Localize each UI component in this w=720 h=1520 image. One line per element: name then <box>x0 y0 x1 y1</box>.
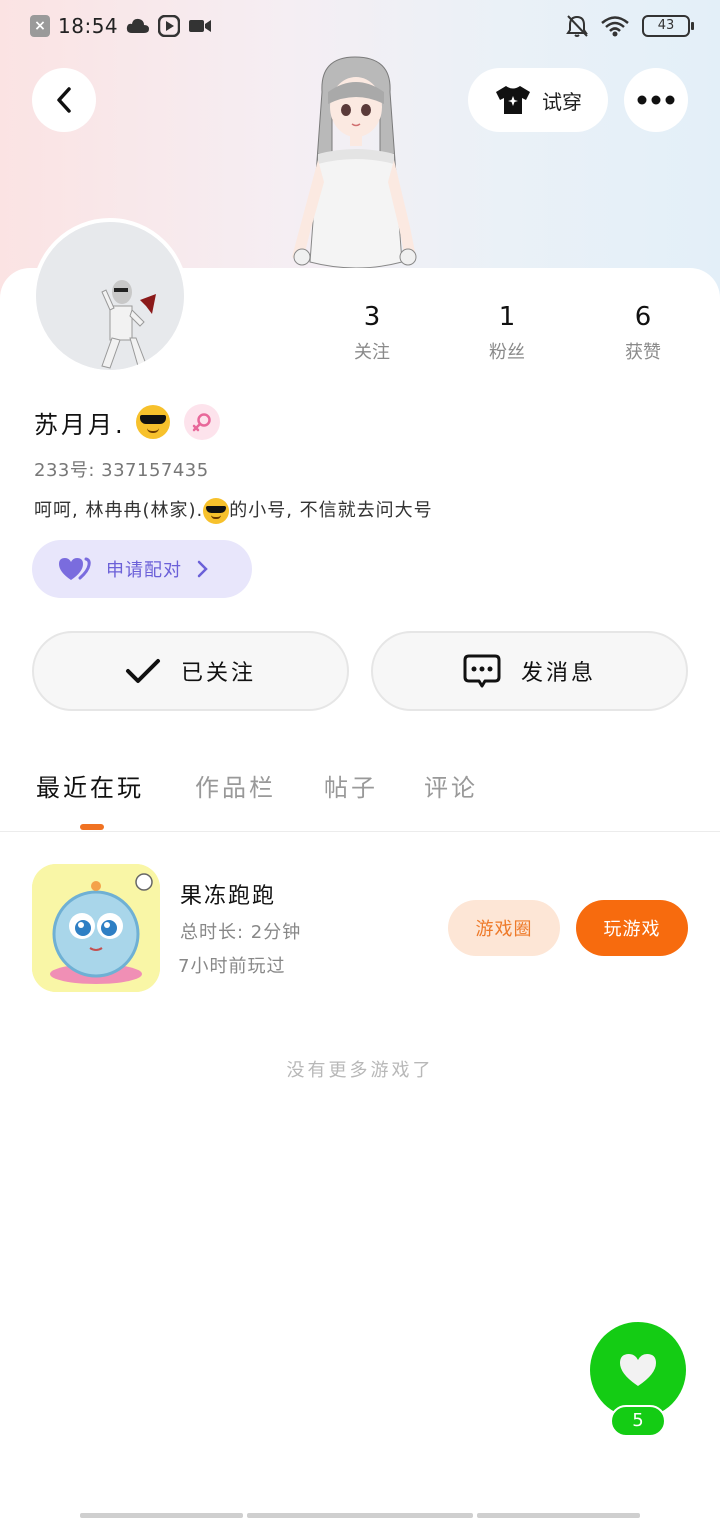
send-message-button[interactable]: 发消息 <box>371 631 688 711</box>
stat-followers[interactable]: 1 粉丝 <box>452 300 562 364</box>
game-last-played: 7小时前玩过 <box>178 956 286 977</box>
try-on-label: 试穿 <box>542 89 582 114</box>
game-circle-button[interactable]: 游戏圈 <box>448 900 560 956</box>
following-button[interactable]: 已关注 <box>32 631 349 711</box>
stat-likes-count: 6 <box>634 302 652 332</box>
video-record-icon <box>189 20 212 32</box>
cloud-icon <box>126 18 150 33</box>
gesture-bar-segment <box>477 1513 640 1518</box>
bio-text-start: 呵呵, 林冉冉(林家). <box>34 500 204 521</box>
chat-bubble-icon <box>463 654 501 688</box>
gesture-bar-segment <box>247 1513 473 1518</box>
profile-tabs: 最近在玩 作品栏 帖子 评论 <box>0 760 720 832</box>
request-pair-button[interactable]: 申请配对 <box>32 540 252 598</box>
user-id: 233号: 337157435 <box>34 460 209 481</box>
username-row: 苏月月. <box>34 404 220 440</box>
bio-text-end: 的小号, 不信就去问大号 <box>229 500 433 521</box>
status-bar: × 18:54 43 <box>0 0 720 56</box>
heart-icon <box>620 1354 656 1386</box>
avatar-character-figure <box>292 56 417 269</box>
stat-likes-label: 获赞 <box>625 342 661 363</box>
username: 苏月月. <box>34 410 126 439</box>
stat-following[interactable]: 3 关注 <box>317 300 427 364</box>
tab-comments[interactable]: 评论 <box>424 768 478 803</box>
game-list-item[interactable]: 果冻跑跑 总时长: 2分钟 7小时前玩过 游戏圈 玩游戏 <box>0 862 720 994</box>
request-pair-label: 申请配对 <box>106 560 182 581</box>
double-heart-icon <box>59 557 91 580</box>
battery-indicator: 43 <box>642 15 694 37</box>
stat-following-count: 3 <box>363 302 381 332</box>
back-button[interactable] <box>32 68 96 132</box>
play-game-button[interactable]: 玩游戏 <box>576 900 688 956</box>
chevron-left-icon <box>57 87 71 113</box>
female-gender-icon <box>183 404 220 440</box>
avatar-thumbnail-figure <box>36 222 184 370</box>
media-play-icon <box>158 15 181 37</box>
user-bio: 呵呵, 林冉冉(林家). 的小号, 不信就去问大号 <box>34 496 433 524</box>
tab-active-indicator <box>80 824 104 830</box>
more-options-button[interactable] <box>624 68 688 132</box>
more-dots-icon <box>637 95 675 105</box>
check-icon <box>125 659 160 683</box>
like-button[interactable] <box>590 1322 686 1418</box>
status-time: 18:54 <box>58 14 119 38</box>
game-playtime: 总时长: 2分钟 <box>180 922 302 943</box>
stat-following-label: 关注 <box>354 342 390 363</box>
no-more-games-hint: 没有更多游戏了 <box>286 1060 434 1081</box>
notification-close-icon: × <box>30 15 50 37</box>
chevron-right-icon <box>197 560 208 578</box>
profile-avatar[interactable] <box>32 218 188 374</box>
gesture-bar-segment <box>80 1513 243 1518</box>
game-title: 果冻跑跑 <box>180 884 277 909</box>
tshirt-icon <box>496 86 530 114</box>
sunglasses-emoji-icon <box>135 405 170 439</box>
tab-works[interactable]: 作品栏 <box>195 768 276 803</box>
game-app-icon[interactable] <box>32 864 160 992</box>
like-count-badge: 5 <box>610 1405 666 1437</box>
tab-posts[interactable]: 帖子 <box>324 768 378 803</box>
sunglasses-emoji-icon <box>203 498 230 524</box>
stat-followers-count: 1 <box>498 302 516 332</box>
wifi-icon <box>601 16 629 37</box>
following-label: 已关注 <box>180 661 256 686</box>
stat-likes[interactable]: 6 获赞 <box>588 300 698 364</box>
send-message-label: 发消息 <box>520 661 596 686</box>
try-on-button[interactable]: 试穿 <box>468 68 608 132</box>
bell-muted-icon <box>566 15 588 37</box>
tab-recently-played[interactable]: 最近在玩 <box>36 768 144 803</box>
stat-followers-label: 粉丝 <box>489 342 525 363</box>
